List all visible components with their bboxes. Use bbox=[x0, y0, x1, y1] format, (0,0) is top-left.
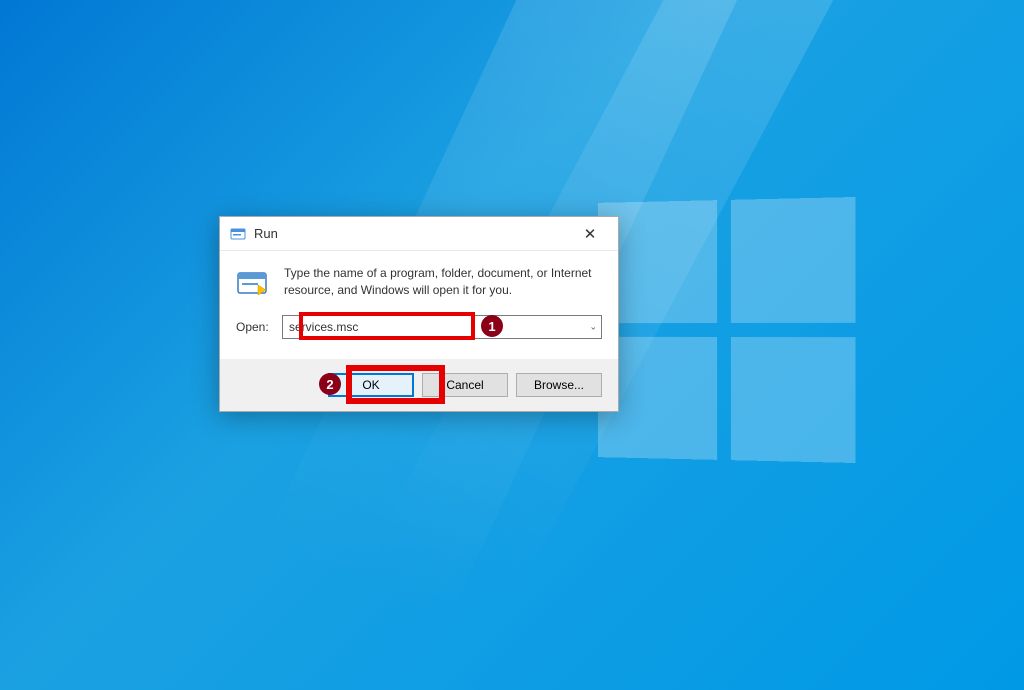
close-icon: ✕ bbox=[584, 225, 597, 243]
dialog-body: Type the name of a program, folder, docu… bbox=[220, 251, 618, 359]
windows-logo-icon bbox=[598, 197, 856, 463]
open-input[interactable] bbox=[282, 315, 602, 339]
dialog-description: Type the name of a program, folder, docu… bbox=[284, 265, 602, 299]
run-dialog-icon bbox=[236, 267, 270, 301]
run-titlebar-icon bbox=[230, 226, 246, 242]
close-button[interactable]: ✕ bbox=[570, 221, 610, 247]
open-label: Open: bbox=[236, 320, 272, 334]
dialog-footer: OK Cancel Browse... 2 bbox=[220, 359, 618, 411]
browse-button[interactable]: Browse... bbox=[516, 373, 602, 397]
ok-button[interactable]: OK bbox=[328, 373, 414, 397]
open-combobox[interactable]: ⌄ bbox=[282, 315, 602, 339]
cancel-button[interactable]: Cancel bbox=[422, 373, 508, 397]
run-dialog: Run ✕ Type the name of a program, folder… bbox=[219, 216, 619, 412]
titlebar: Run ✕ bbox=[220, 217, 618, 251]
dialog-title: Run bbox=[254, 226, 570, 241]
